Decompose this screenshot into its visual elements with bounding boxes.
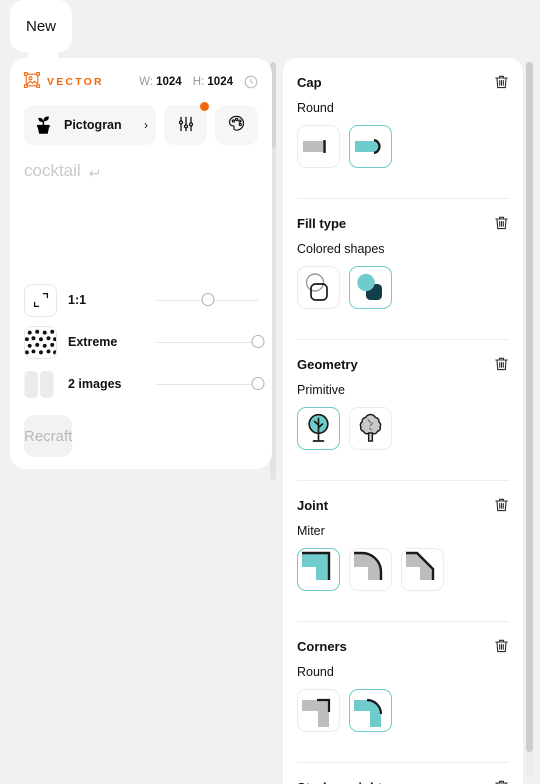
trash-icon[interactable] — [494, 638, 509, 654]
generation-panel-body: VECTOR W: 1024 H: 1024 Pictogran › cockt… — [10, 71, 272, 405]
section-value: Miter — [297, 524, 325, 538]
option-fill-colored-shapes[interactable] — [349, 266, 392, 309]
section-title: Geometry — [297, 356, 358, 372]
style-name: Pictogran — [64, 118, 122, 132]
section-cap: Cap Round — [297, 58, 509, 183]
dots-texture-icon[interactable] — [24, 325, 57, 359]
section-header: Cap — [297, 74, 509, 90]
option-row — [297, 407, 509, 465]
width-value: W: 1024 — [139, 76, 182, 88]
style-button-row: Pictogran › — [24, 102, 258, 145]
trash-icon[interactable] — [494, 497, 509, 513]
recraft-button[interactable]: Recraft — [24, 415, 73, 457]
meta-row: VECTOR W: 1024 H: 1024 — [24, 71, 258, 93]
two-images-icon[interactable] — [24, 368, 57, 401]
slider-knob[interactable] — [251, 377, 265, 390]
aspect-ratio-icon[interactable] — [24, 283, 57, 317]
section-fill-type: Fill type Colored shapes — [297, 198, 509, 324]
option-row — [297, 266, 509, 324]
option-geometry-primitive[interactable] — [297, 407, 340, 450]
trash-icon[interactable] — [494, 215, 509, 231]
option-fill-outline[interactable] — [297, 266, 340, 309]
section-value: Primitive — [297, 383, 345, 397]
section-header: Fill type — [297, 215, 509, 231]
detail-label: Extreme — [68, 335, 118, 349]
section-header: Corners — [297, 638, 509, 654]
properties-panel: Cap Round Fill type Colored shapes Geome… — [283, 58, 523, 784]
section-joint: Joint Miter — [297, 480, 509, 606]
potted-plant-icon — [30, 111, 58, 139]
properties-panel-scrollbar[interactable] — [526, 62, 533, 778]
section-title: Joint — [297, 497, 329, 513]
vector-badge-label: VECTOR — [47, 76, 104, 88]
section-title: Fill type — [297, 215, 347, 231]
palette-icon — [226, 113, 247, 137]
generation-panel: VECTOR W: 1024 H: 1024 Pictogran › cockt… — [10, 58, 272, 469]
image-count-slider[interactable] — [157, 376, 265, 392]
option-row — [297, 125, 509, 183]
control-row-detail: Extreme — [24, 321, 265, 363]
slider-knob[interactable] — [201, 293, 214, 306]
option-corners-sharp[interactable] — [297, 689, 340, 732]
section-value: Round — [297, 665, 334, 679]
option-corners-round[interactable] — [349, 689, 392, 732]
palette-button[interactable] — [215, 105, 258, 145]
section-stroke-weight: Stroke weight Normal — [297, 762, 509, 784]
sliders-icon — [176, 114, 196, 137]
option-joint-miter[interactable] — [297, 548, 340, 591]
vector-badge: VECTOR — [24, 71, 104, 93]
prompt-input[interactable]: cocktail — [24, 161, 258, 279]
image-count-label: 2 images — [68, 377, 122, 391]
detail-slider[interactable] — [157, 334, 265, 350]
section-header: Joint — [297, 497, 509, 513]
tab-new-label: New — [25, 17, 56, 35]
height-value: H: 1024 — [192, 76, 233, 88]
settings-sliders-button[interactable] — [164, 102, 209, 145]
aspect-ratio-slider[interactable] — [157, 292, 258, 308]
trash-icon[interactable] — [494, 779, 509, 784]
section-corners: Corners Round — [297, 621, 509, 747]
control-row-count: 2 images — [24, 363, 265, 405]
dimensions-group: W: 1024 H: 1024 — [139, 75, 258, 89]
vector-image-icon — [24, 71, 40, 93]
option-joint-round[interactable] — [349, 548, 392, 591]
slider-track — [157, 383, 258, 385]
section-value: Colored shapes — [297, 242, 385, 256]
trash-icon[interactable] — [494, 74, 509, 90]
left-column: New VECTOR W: 1024 H: 1024 Pictogran › c… — [10, 0, 272, 469]
slider-knob[interactable] — [251, 335, 265, 348]
section-header: Geometry — [297, 356, 509, 372]
section-value: Round — [297, 101, 334, 115]
app-root: New VECTOR W: 1024 H: 1024 Pictogran › c… — [0, 0, 540, 784]
return-arrow-icon — [87, 165, 100, 178]
option-geometry-detailed[interactable] — [349, 407, 392, 450]
aspect-ratio-label: 1:1 — [68, 293, 87, 307]
properties-panel-body: Cap Round Fill type Colored shapes Geome… — [283, 58, 523, 784]
control-row-aspect: 1:1 — [24, 279, 258, 321]
section-title: Corners — [297, 638, 347, 654]
prompt-value: cocktail — [24, 161, 81, 180]
prompt-text-row: cocktail — [24, 161, 258, 181]
option-row — [297, 548, 509, 606]
style-picker-button[interactable]: Pictogran › — [24, 105, 156, 145]
clock-icon[interactable] — [244, 75, 258, 89]
option-cap-round[interactable] — [349, 125, 392, 168]
option-joint-bevel[interactable] — [401, 548, 444, 591]
settings-badge-dot — [200, 102, 209, 111]
tab-new[interactable]: New — [10, 0, 72, 52]
chevron-right-icon: › — [144, 118, 148, 132]
trash-icon[interactable] — [494, 356, 509, 372]
slider-track — [157, 341, 258, 343]
section-header: Stroke weight — [297, 779, 509, 784]
option-row — [297, 689, 509, 747]
right-scrollbar-thumb[interactable] — [526, 62, 533, 752]
section-title: Stroke weight — [297, 780, 382, 784]
option-cap-butt[interactable] — [297, 125, 340, 168]
section-geometry: Geometry Primitive — [297, 339, 509, 465]
section-title: Cap — [297, 74, 322, 90]
